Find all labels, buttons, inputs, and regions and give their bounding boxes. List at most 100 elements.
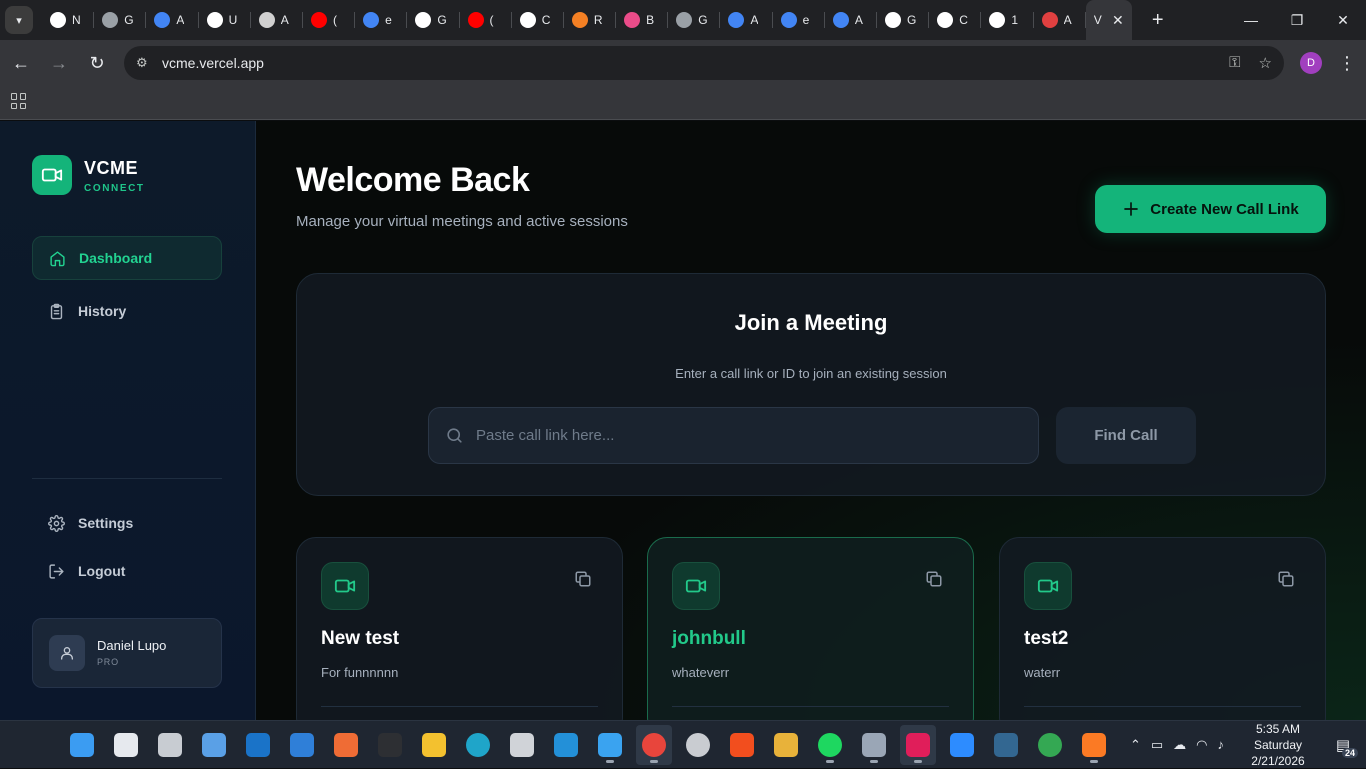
- browser-tab[interactable]: C: [512, 0, 565, 40]
- url-text[interactable]: vcme.vercel.app: [162, 55, 264, 71]
- file-explorer-icon[interactable]: [416, 725, 452, 765]
- arc-icon[interactable]: [592, 725, 628, 765]
- browser-tab[interactable]: A: [1034, 0, 1086, 40]
- call-description: whateverr: [672, 665, 730, 680]
- chrome-alt-icon[interactable]: [1032, 725, 1068, 765]
- call-card[interactable]: test2 waterr: [999, 537, 1326, 720]
- tab-title: C: [959, 13, 968, 27]
- settings-icon[interactable]: [856, 725, 892, 765]
- create-call-link-button[interactable]: Create New Call Link: [1095, 185, 1326, 233]
- start-icon-glyph: [70, 733, 94, 757]
- profile-avatar[interactable]: D: [1300, 52, 1322, 74]
- browser-tab[interactable]: C: [929, 0, 982, 40]
- forward-icon[interactable]: →: [42, 46, 76, 80]
- logo-video-icon[interactable]: [32, 155, 72, 195]
- cloud-icon[interactable]: ☁: [1173, 737, 1186, 753]
- copy-icon[interactable]: [925, 570, 943, 588]
- browser-tab[interactable]: G: [407, 0, 460, 40]
- address-bar[interactable]: ⚙ vcme.vercel.app ⚿ ☆: [124, 46, 1284, 80]
- git-icon[interactable]: [768, 725, 804, 765]
- media-icon[interactable]: [680, 725, 716, 765]
- call-card[interactable]: johnbull whateverr: [647, 537, 974, 720]
- widgets-icon[interactable]: [196, 725, 232, 765]
- browser-tab[interactable]: (: [460, 0, 512, 40]
- sidebar-item-dashboard[interactable]: Dashboard: [32, 236, 222, 280]
- battery-icon[interactable]: ▭: [1151, 737, 1163, 753]
- browser-tab[interactable]: e: [773, 0, 826, 40]
- browser-tab[interactable]: R: [564, 0, 617, 40]
- sidebar-item-label: Dashboard: [79, 250, 153, 266]
- create-button-label: Create New Call Link: [1150, 200, 1299, 218]
- minimize-icon[interactable]: —: [1228, 0, 1274, 40]
- outlook-icon[interactable]: [240, 725, 276, 765]
- find-call-button[interactable]: Find Call: [1056, 407, 1196, 464]
- xampp-icon[interactable]: [1076, 725, 1112, 765]
- terminal-icon[interactable]: [372, 725, 408, 765]
- user-card[interactable]: Daniel Lupo PRO: [32, 618, 222, 688]
- chrome-icon[interactable]: [636, 725, 672, 765]
- copy-icon[interactable]: [574, 570, 592, 588]
- slack-icon[interactable]: [900, 725, 936, 765]
- sidebar-item-label: Logout: [78, 563, 126, 579]
- edge-icon[interactable]: [460, 725, 496, 765]
- browser-tab[interactable]: (: [303, 0, 356, 40]
- postman-icon[interactable]: [328, 725, 364, 765]
- browser-tab[interactable]: U: [199, 0, 251, 40]
- apps-grid-icon[interactable]: [11, 93, 27, 109]
- postgres-icon[interactable]: [988, 725, 1024, 765]
- figma-icon[interactable]: [724, 725, 760, 765]
- spotify-icon[interactable]: [812, 725, 848, 765]
- call-link-search[interactable]: [428, 407, 1039, 464]
- back-icon[interactable]: ←: [4, 46, 38, 80]
- browser-tab[interactable]: A: [251, 0, 304, 40]
- notification-icon[interactable]: ▤ 24: [1328, 730, 1358, 760]
- restore-icon[interactable]: ❐: [1274, 0, 1320, 40]
- vscode-icon-glyph: [554, 733, 578, 757]
- tab-favicon-icon: [102, 12, 119, 28]
- browser-tab-active[interactable]: V ✕: [1085, 0, 1132, 40]
- sidebar-item-logout[interactable]: Logout: [32, 549, 222, 593]
- search-icon[interactable]: [108, 725, 144, 765]
- task-view-icon[interactable]: [152, 725, 188, 765]
- browser-tab[interactable]: A: [825, 0, 878, 40]
- copy-icon[interactable]: [1277, 570, 1295, 588]
- clock[interactable]: 5:35 AM Saturday 2/21/2026: [1238, 721, 1318, 769]
- browser-tab[interactable]: G: [877, 0, 930, 40]
- site-info-icon[interactable]: ⚙: [136, 55, 156, 71]
- browser-tab[interactable]: N: [42, 0, 95, 40]
- sidebar-item-history[interactable]: History: [32, 289, 222, 333]
- browser-tab[interactable]: 1: [981, 0, 1034, 40]
- new-tab-button[interactable]: +: [1144, 6, 1172, 34]
- chevron-up-icon[interactable]: ⌃: [1130, 737, 1141, 753]
- cube-icon[interactable]: [504, 725, 540, 765]
- volume-icon[interactable]: ♪: [1218, 737, 1225, 753]
- reload-icon[interactable]: ↻: [80, 46, 114, 80]
- bookmark-star-icon[interactable]: ☆: [1259, 54, 1272, 72]
- browser-tab[interactable]: B: [616, 0, 669, 40]
- video-icon: [321, 562, 369, 610]
- close-window-icon[interactable]: ✕: [1320, 0, 1366, 40]
- browser-tab[interactable]: e: [355, 0, 408, 40]
- password-key-icon[interactable]: ⚿: [1229, 54, 1240, 72]
- sidebar-item-settings[interactable]: Settings: [32, 501, 222, 545]
- browser-menu-icon[interactable]: ⋮: [1338, 53, 1356, 74]
- start-icon[interactable]: [64, 725, 100, 765]
- tab-title: G: [698, 13, 708, 27]
- call-link-input[interactable]: [476, 427, 996, 444]
- tab-search-chevron-icon[interactable]: ▾: [5, 6, 33, 34]
- media-icon-glyph: [686, 733, 710, 757]
- call-card[interactable]: New test For funnnnnn: [296, 537, 623, 720]
- close-tab-icon[interactable]: ✕: [1112, 12, 1124, 29]
- zoom-icon[interactable]: [944, 725, 980, 765]
- store-icon[interactable]: [284, 725, 320, 765]
- vscode-icon[interactable]: [548, 725, 584, 765]
- browser-tab[interactable]: G: [94, 0, 147, 40]
- video-icon: [672, 562, 720, 610]
- wifi-icon[interactable]: ◠: [1196, 737, 1207, 753]
- tab-favicon-icon: [780, 12, 797, 28]
- browser-tab[interactable]: A: [146, 0, 199, 40]
- browser-tab[interactable]: A: [720, 0, 773, 40]
- browser-tab[interactable]: G: [668, 0, 721, 40]
- tab-favicon-icon: [50, 12, 66, 28]
- store-icon-glyph: [290, 733, 314, 757]
